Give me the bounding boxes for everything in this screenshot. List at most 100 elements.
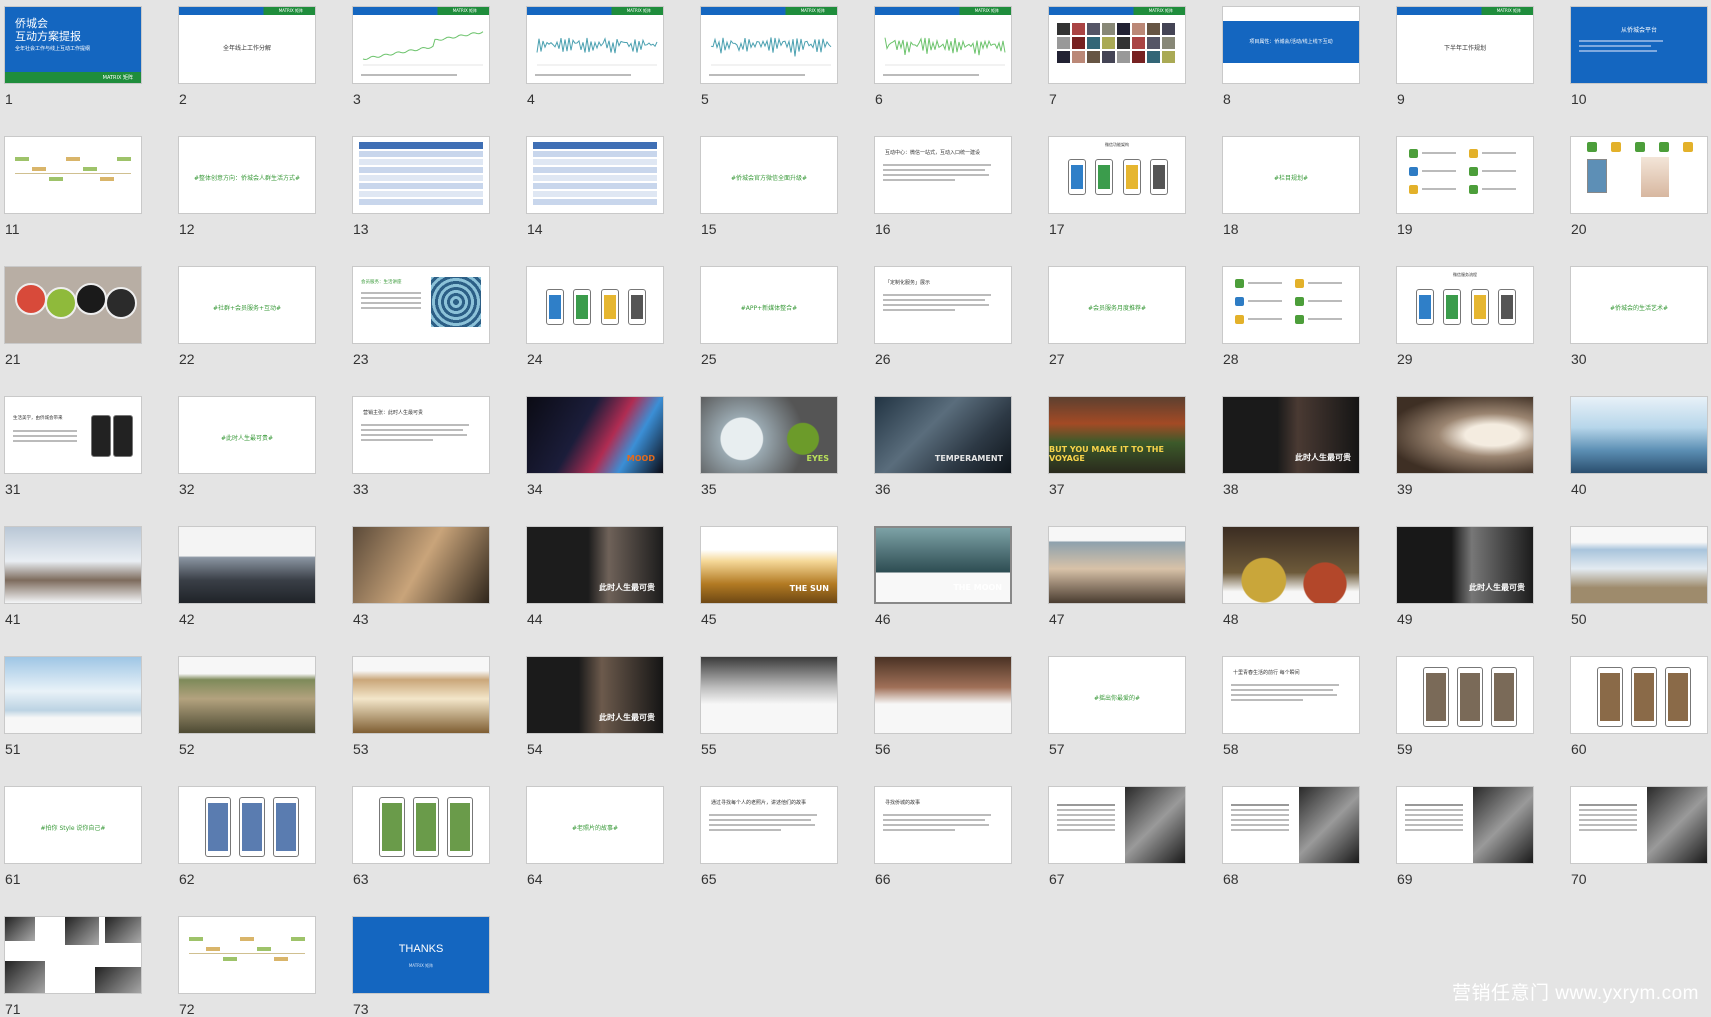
- slide-thumbnail[interactable]: [1396, 396, 1534, 474]
- slide-thumbnail[interactable]: #此时人生最可贵#: [178, 396, 316, 474]
- slide-photo: [179, 657, 315, 733]
- slide-thumbnail[interactable]: MOOD: [526, 396, 664, 474]
- slide-thumbnail[interactable]: #社群+会员服务+互动#: [178, 266, 316, 344]
- slide-heading: #整体创意方向：侨城会人群生活方式#: [179, 173, 315, 182]
- slide-thumbnail[interactable]: [1570, 656, 1708, 734]
- slide-thumbnail[interactable]: [526, 136, 664, 214]
- slide-thumbnail[interactable]: 此时人生最可贵: [1396, 526, 1534, 604]
- slide-number: 48: [1223, 611, 1239, 627]
- slide-topbar: MATRIX 矩阵: [875, 7, 1011, 15]
- slide-thumbnail[interactable]: [1570, 396, 1708, 474]
- slide-thumbnail[interactable]: 营销主张：此时人生最可贵: [352, 396, 490, 474]
- slide-thumbnail[interactable]: [1048, 786, 1186, 864]
- slide-thumbnail[interactable]: [1570, 136, 1708, 214]
- slide-thumbnail[interactable]: MATRIX 矩阵: [700, 6, 838, 84]
- slide-thumbnail[interactable]: [1222, 526, 1360, 604]
- slide-number: 36: [875, 481, 891, 497]
- slide-thumbnail[interactable]: [178, 656, 316, 734]
- slide-thumbnail[interactable]: THE MOON: [874, 526, 1012, 604]
- slide-thumbnail[interactable]: [4, 136, 142, 214]
- phone-mockup: [573, 289, 591, 325]
- slide-thumbnail[interactable]: #栏目规划#: [1222, 136, 1360, 214]
- phone-mockup: [205, 797, 231, 857]
- phone-screen: [1460, 673, 1480, 721]
- slide-thumbnail[interactable]: MATRIX 矩阵: [1048, 6, 1186, 84]
- slide-thumbnail[interactable]: 通过寻找每个人的老照片，讲述他们的故事: [700, 786, 838, 864]
- slide-thumbnail[interactable]: [1570, 526, 1708, 604]
- slide-thumbnail[interactable]: [1396, 786, 1534, 864]
- slide-thumbnail[interactable]: [352, 656, 490, 734]
- slide-thumbnail[interactable]: [178, 786, 316, 864]
- slide-thumbnail[interactable]: [178, 526, 316, 604]
- slide-number: 69: [1397, 871, 1413, 887]
- slide-thumbnail[interactable]: [4, 526, 142, 604]
- slide-thumbnail[interactable]: [4, 266, 142, 344]
- slide-thumbnail[interactable]: THANKS MATRIX 矩阵: [352, 916, 490, 994]
- slide-number: 28: [1223, 351, 1239, 367]
- slide-thumbnail[interactable]: 侨城会 互动方案提报 全年社会工作与线上互动工作提纲 MATRIX 矩阵: [4, 6, 142, 84]
- slide-thumbnail[interactable]: #整体创意方向：侨城会人群生活方式#: [178, 136, 316, 214]
- slide-number: 64: [527, 871, 543, 887]
- slide-thumbnail[interactable]: MATRIX 矩阵: [874, 6, 1012, 84]
- slide-thumbnail[interactable]: [1048, 526, 1186, 604]
- phone-mockup: [1665, 667, 1691, 727]
- slide-thumbnail[interactable]: [700, 656, 838, 734]
- record-disc: [105, 287, 137, 319]
- slide-thumbnail[interactable]: MATRIX 矩阵 全年线上工作分解: [178, 6, 316, 84]
- slide-thumbnail[interactable]: 微信服务流程: [1396, 266, 1534, 344]
- slide-thumbnail[interactable]: BUT YOU MAKE IT TO THE VOYAGE: [1048, 396, 1186, 474]
- slide-thumbnail[interactable]: [352, 136, 490, 214]
- slide-thumbnail[interactable]: [352, 526, 490, 604]
- mosaic-cell: [1072, 37, 1085, 49]
- slide-thumbnail[interactable]: 会员服务：生活讲座: [352, 266, 490, 344]
- slide-thumbnail[interactable]: [1570, 786, 1708, 864]
- topbar-label: MATRIX 矩阵: [453, 8, 477, 14]
- slide-number: 53: [353, 741, 369, 757]
- slide-thumbnail[interactable]: #摇出你最爱的#: [1048, 656, 1186, 734]
- slide-thumbnail[interactable]: [178, 916, 316, 994]
- slide-thumbnail[interactable]: 项目属性：侨城会/活动/线上线下互动: [1222, 6, 1360, 84]
- slide-thumbnail[interactable]: 「定制化服务」展示: [874, 266, 1012, 344]
- slide-thumbnail[interactable]: 生活美学，由侨城会带来: [4, 396, 142, 474]
- icon-label-line: [1308, 282, 1342, 284]
- slide-thumbnail[interactable]: MATRIX 矩阵 下半年工作规划: [1396, 6, 1534, 84]
- photo-caption: 此时人生最可贵: [1469, 582, 1525, 593]
- slide-thumbnail[interactable]: #拍你 Style 说你自己#: [4, 786, 142, 864]
- slide-thumbnail[interactable]: [1222, 786, 1360, 864]
- app-icon: [1235, 279, 1244, 288]
- slide-thumbnail[interactable]: 十里青春生活的前行 每个瞬间: [1222, 656, 1360, 734]
- slide-thumbnail[interactable]: #侨城会官方微信全面升级#: [700, 136, 838, 214]
- slide-thumbnail[interactable]: 此时人生最可贵: [526, 656, 664, 734]
- slide-thumbnail[interactable]: MATRIX 矩阵: [526, 6, 664, 84]
- slide-thumbnail[interactable]: 寻找侨城的故事: [874, 786, 1012, 864]
- slide-thumbnail[interactable]: 互动中心：微信一站式，互动入口统一建设: [874, 136, 1012, 214]
- slide-thumbnail[interactable]: TEMPERAMENT: [874, 396, 1012, 474]
- slide-thumbnail[interactable]: [1222, 266, 1360, 344]
- slide-thumbnail[interactable]: 微信功能架构: [1048, 136, 1186, 214]
- slide-thumbnail[interactable]: [1396, 136, 1534, 214]
- slide-thumbnail[interactable]: [352, 786, 490, 864]
- slide-thumbnail[interactable]: [4, 916, 142, 994]
- slide-thumbnail[interactable]: [1396, 656, 1534, 734]
- slide-thumbnail[interactable]: MATRIX 矩阵: [352, 6, 490, 84]
- slide-number: 17: [1049, 221, 1065, 237]
- slide-thumbnail[interactable]: [526, 266, 664, 344]
- slide-number: 68: [1223, 871, 1239, 887]
- slide-thumbnail[interactable]: #老照片的故事#: [526, 786, 664, 864]
- slide-thumbnail[interactable]: #会员服务月度推荐#: [1048, 266, 1186, 344]
- slide-thumbnail[interactable]: [874, 656, 1012, 734]
- slide-thumbnail[interactable]: #侨城会的生活艺术#: [1570, 266, 1708, 344]
- slide-thumbnail[interactable]: #APP+新媒体整合#: [700, 266, 838, 344]
- slide-thumbnail[interactable]: 从侨城会平台: [1570, 6, 1708, 84]
- phone-screen: [208, 803, 228, 851]
- mosaic-cell: [1147, 51, 1160, 63]
- slide-thumbnail[interactable]: EYES: [700, 396, 838, 474]
- slide-thumbnail[interactable]: 此时人生最可贵: [1222, 396, 1360, 474]
- slide-thumbnail[interactable]: 此时人生最可贵: [526, 526, 664, 604]
- slide-thumbnail[interactable]: THE SUN: [700, 526, 838, 604]
- slide-topbar: MATRIX 矩阵: [179, 7, 315, 15]
- slide-thumbnail[interactable]: [4, 656, 142, 734]
- mosaic-cell: [1162, 51, 1175, 63]
- bw-photo: [5, 961, 45, 994]
- slide-number: 21: [5, 351, 21, 367]
